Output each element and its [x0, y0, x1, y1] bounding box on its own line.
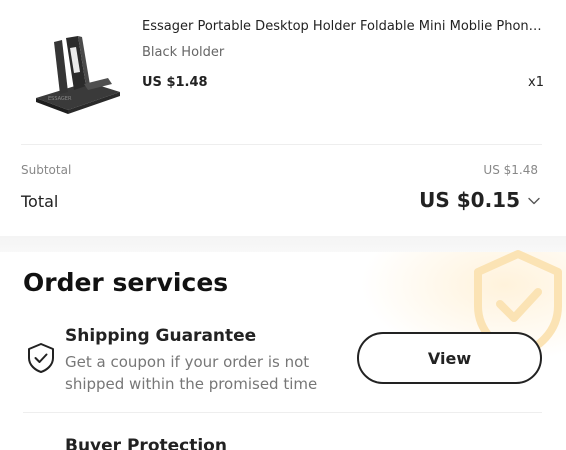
svg-text:ESSAGER: ESSAGER [48, 96, 72, 102]
service-description: Get a coupon if your order is not shippe… [65, 353, 318, 393]
section-title: Order services [23, 268, 229, 297]
chevron-down-icon[interactable] [527, 194, 541, 208]
divider [21, 144, 542, 145]
checkout-screen: ESSAGER Essager Portable Desktop Holder … [0, 0, 566, 450]
total-value[interactable]: US $0.15 [419, 188, 520, 212]
service-name: Shipping Guarantee [65, 326, 257, 346]
product-quantity: x1 [528, 75, 544, 90]
product-title[interactable]: Essager Portable Desktop Holder Foldable… [142, 19, 544, 34]
service-name: Buyer Protection [65, 436, 227, 450]
subtotal-value: US $1.48 [483, 163, 538, 177]
subtotal-label: Subtotal [21, 163, 72, 177]
product-variant: Black Holder [142, 45, 225, 60]
product-card[interactable]: ESSAGER Essager Portable Desktop Holder … [0, 0, 566, 148]
shield-check-icon [28, 343, 54, 373]
total-label: Total [21, 192, 59, 211]
product-thumbnail[interactable]: ESSAGER [28, 28, 124, 114]
divider [23, 412, 542, 413]
product-price: US $1.48 [142, 75, 208, 90]
view-button[interactable]: View [357, 332, 542, 384]
